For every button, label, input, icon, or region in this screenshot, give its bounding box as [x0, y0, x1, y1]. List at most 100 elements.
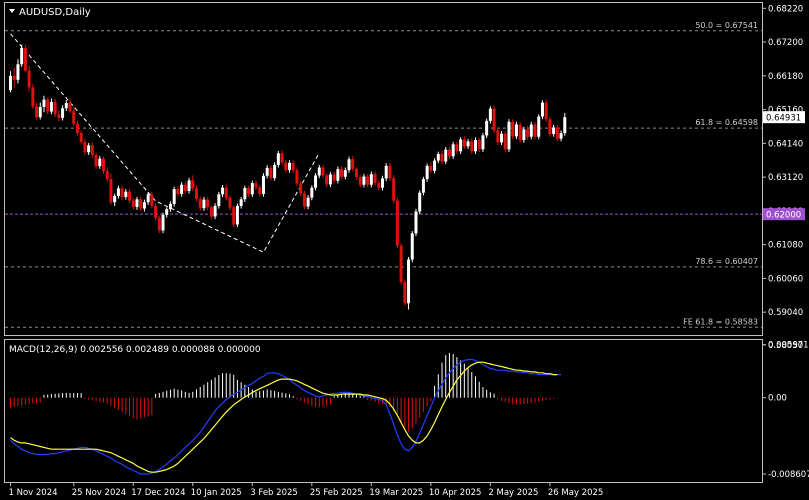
- candle-body: [75, 123, 79, 134]
- candle-body: [407, 259, 411, 304]
- time-tick-label: 2 May 2025: [488, 488, 538, 498]
- candle-body: [369, 174, 373, 185]
- candle-body: [235, 205, 239, 225]
- candle-body: [228, 197, 232, 208]
- symbol-header[interactable]: AUDUSD,Daily: [9, 7, 91, 18]
- candle-body: [447, 149, 451, 157]
- candle-body: [90, 145, 94, 155]
- candle-body: [477, 140, 481, 150]
- candle-body: [291, 162, 295, 171]
- candle-body: [68, 102, 72, 112]
- candle-body: [258, 187, 262, 194]
- candle-body: [142, 202, 146, 209]
- time-tick-label: 3 Feb 2025: [250, 488, 297, 498]
- time-tick-label: 10 Apr 2025: [429, 488, 482, 498]
- candle-body: [496, 130, 500, 143]
- candle-body: [514, 124, 518, 137]
- candle-body: [57, 114, 61, 118]
- time-tick-label: 25 Feb 2025: [310, 488, 363, 498]
- candle-body: [302, 193, 306, 207]
- candle-body: [83, 142, 87, 153]
- candle-body: [191, 180, 195, 189]
- candle-body: [157, 217, 161, 231]
- candle-body: [150, 194, 154, 206]
- candle-body: [321, 167, 325, 176]
- candle-body: [102, 158, 105, 172]
- candle-body: [414, 211, 418, 234]
- candle-body: [299, 183, 303, 194]
- candle-body: [250, 183, 254, 195]
- price-tick-label: 0.63120: [768, 173, 803, 183]
- candle-body: [165, 209, 169, 215]
- candle-body: [410, 233, 414, 260]
- candle-body: [340, 169, 344, 177]
- candle-body: [522, 129, 526, 141]
- candle-body: [336, 169, 340, 181]
- candle-body: [462, 139, 466, 147]
- price-tick-label: 0.59040: [768, 308, 803, 318]
- candle-body: [500, 133, 504, 143]
- candle-body: [269, 167, 273, 179]
- candle-body: [206, 199, 210, 208]
- candle-body: [172, 189, 176, 204]
- candle-body: [98, 158, 102, 167]
- candle-body: [64, 102, 68, 109]
- candle-body: [317, 167, 321, 176]
- candle-body: [481, 135, 485, 150]
- candle-body: [128, 191, 132, 201]
- candle-body: [358, 177, 362, 185]
- price-tick-label: 0.64140: [768, 139, 803, 149]
- candle-body: [507, 121, 511, 150]
- candle-body: [176, 189, 180, 194]
- candle-body: [273, 164, 277, 179]
- candle-body: [23, 48, 27, 71]
- candle-body: [459, 139, 463, 152]
- fib-level-label: FE 61.8 = 0.58583: [683, 317, 758, 326]
- candle-body: [131, 200, 135, 207]
- candle-body: [31, 87, 35, 107]
- candle-body: [243, 188, 247, 200]
- candle-body: [555, 127, 559, 139]
- macd-header: MACD(12,26,9) 0.002556 0.002489 0.000088…: [9, 345, 261, 355]
- candle-body: [42, 99, 46, 107]
- candle-body: [247, 188, 251, 195]
- candle-body: [485, 120, 489, 136]
- candle-body: [53, 101, 57, 115]
- price-tick-label: 0.67200: [768, 38, 803, 48]
- chart-title: AUDUSD,Daily: [19, 7, 91, 18]
- candle-body: [544, 102, 548, 120]
- candle-body: [221, 187, 225, 195]
- candle-body: [161, 214, 165, 231]
- candle-body: [154, 205, 158, 218]
- candle-body: [425, 165, 429, 180]
- candle-body: [187, 180, 191, 192]
- fib-level-label: 50.0 = 0.67541: [695, 21, 758, 30]
- candle-body: [180, 184, 184, 194]
- candle-body: [451, 144, 455, 157]
- candle-body: [529, 124, 533, 137]
- candle-body: [429, 165, 433, 171]
- candle-body: [35, 106, 39, 118]
- candle-body: [284, 162, 288, 171]
- candle-body: [213, 205, 217, 217]
- candle-body: [198, 198, 202, 209]
- candle-body: [288, 162, 291, 171]
- candle-body: [488, 108, 492, 121]
- candle-body: [563, 117, 567, 134]
- candle-body: [295, 170, 299, 184]
- candle-body: [113, 195, 117, 203]
- candle-body: [526, 129, 530, 137]
- candle-body: [455, 144, 459, 152]
- candle-body: [366, 176, 370, 185]
- candle-body: [87, 145, 91, 153]
- candle-body: [254, 183, 258, 188]
- candle-body: [540, 102, 544, 117]
- candle-body: [94, 154, 98, 167]
- candle-body: [49, 101, 53, 112]
- candle-body: [224, 187, 228, 198]
- candle-body: [314, 175, 318, 188]
- candle-body: [146, 194, 150, 203]
- support-price-label: 0.62000: [766, 211, 801, 221]
- candle-body: [276, 153, 280, 165]
- candle-body: [343, 170, 347, 177]
